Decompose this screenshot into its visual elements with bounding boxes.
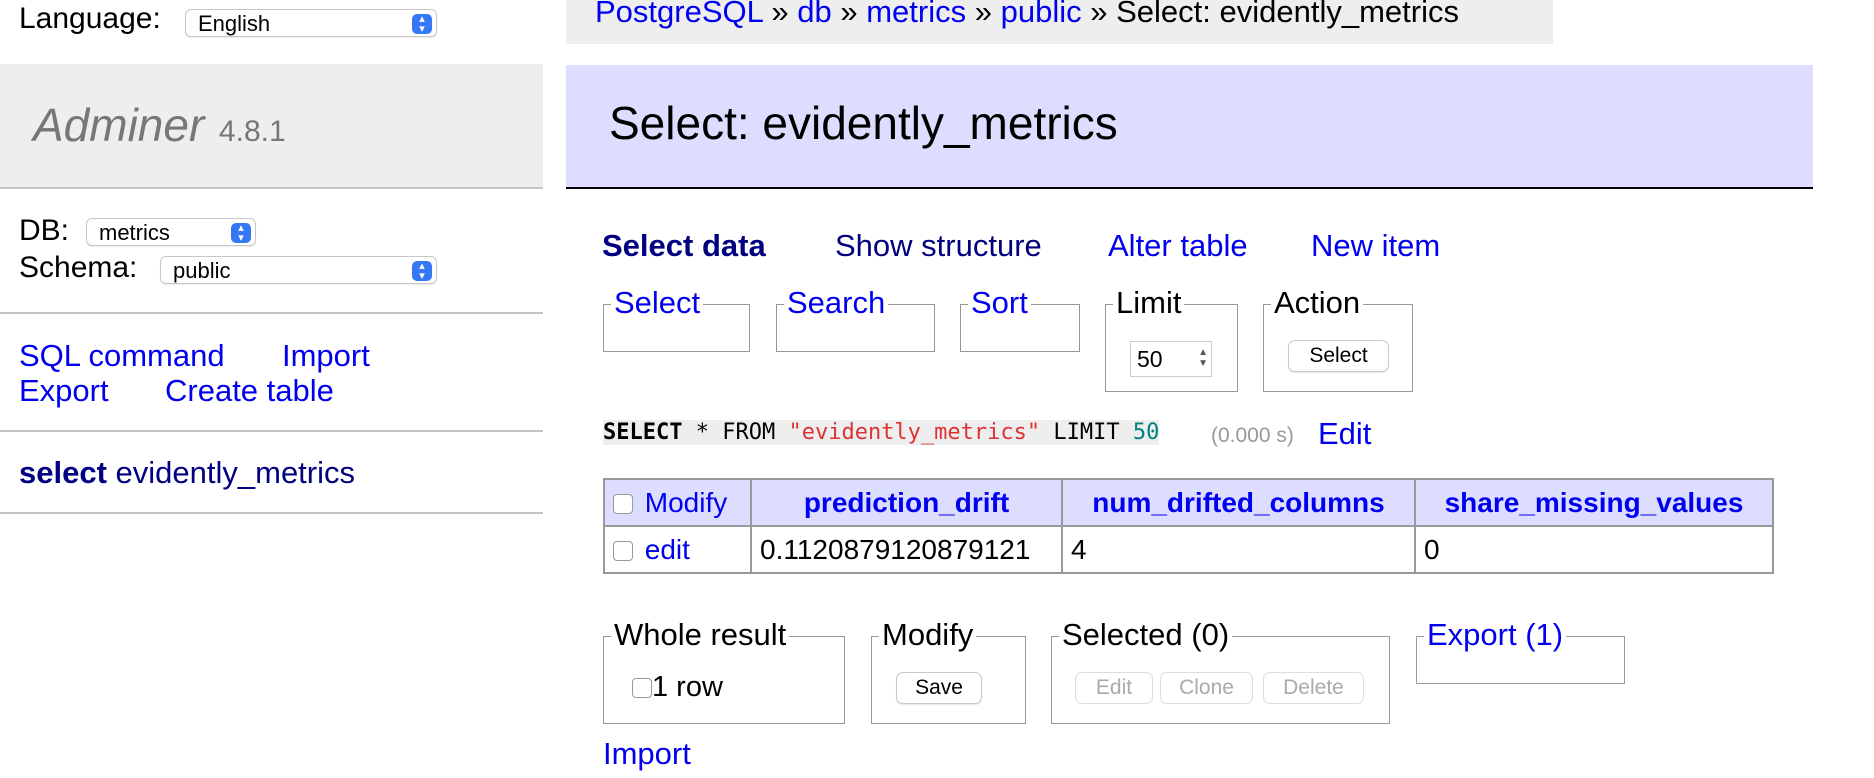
divider <box>0 187 543 189</box>
sql-limit-number: 50 <box>1132 420 1160 445</box>
select-arrows-icon: ▴ ▾ <box>231 223 251 244</box>
language-label: Language: <box>19 2 161 35</box>
db-select-value: metrics <box>99 220 170 245</box>
export-link[interactable]: Export <box>19 373 109 409</box>
table-cell[interactable]: 4 <box>1061 525 1416 574</box>
table-row: edit 0.1120879120879121 4 0 <box>603 525 1774 574</box>
breadcrumb-separator: » <box>974 0 992 29</box>
breadcrumb-separator: » <box>840 0 858 29</box>
result-table: Modify prediction_drift num_drifted_colu… <box>603 478 1774 574</box>
divider <box>0 430 543 432</box>
stepper-icon[interactable]: ▲ ▼ <box>1198 347 1208 369</box>
search-fieldset: Search <box>776 285 935 352</box>
whole-result-label: Whole result <box>611 617 790 653</box>
limit-value: 50 <box>1137 346 1163 372</box>
table-cell[interactable]: 0 <box>1414 525 1774 574</box>
schema-select-value: public <box>173 258 231 283</box>
breadcrumb-metrics[interactable]: metrics <box>866 0 966 29</box>
limit-fieldset: Limit 50 ▲ ▼ <box>1105 285 1238 392</box>
divider <box>0 512 543 514</box>
table-cell[interactable]: 0.1120879120879121 <box>750 525 1063 574</box>
action-fieldset: Action Select <box>1263 285 1413 392</box>
limit-label: Limit <box>1113 285 1185 321</box>
schema-label: Schema: <box>19 251 138 284</box>
edit-row-link[interactable]: edit <box>645 534 690 565</box>
delete-selected-button[interactable]: Delete <box>1263 672 1364 704</box>
selected-label: Selected (0) <box>1059 617 1233 653</box>
column-header[interactable]: prediction_drift <box>750 478 1063 527</box>
title-band: Select: evidently_metrics <box>566 65 1813 189</box>
tab-alter-table[interactable]: Alter table <box>1108 228 1248 264</box>
app-version: 4.8.1 <box>218 115 286 148</box>
tab-select-data: Select data <box>602 228 766 263</box>
create-table-link[interactable]: Create table <box>165 373 334 409</box>
sql-query: SELECT * FROM "evidently_metrics" LIMIT … <box>603 420 1160 445</box>
sort-toggle[interactable]: Sort <box>968 285 1031 321</box>
app-name: Adminer <box>33 99 205 151</box>
breadcrumb-current: Select: evidently_metrics <box>1116 0 1459 29</box>
breadcrumb-db[interactable]: db <box>797 0 831 29</box>
breadcrumb-separator: » <box>771 0 789 29</box>
clone-selected-button[interactable]: Clone <box>1160 672 1253 704</box>
whole-result-checkbox[interactable] <box>632 678 652 698</box>
sql-star: * <box>695 420 709 445</box>
sql-keyword: LIMIT <box>1053 420 1120 445</box>
select-fieldset: Select <box>603 285 750 352</box>
sql-command-link[interactable]: SQL command <box>19 338 225 374</box>
adminer-logo[interactable]: Adminer 4.8.1 <box>33 98 286 152</box>
select-arrows-icon: ▴ ▾ <box>412 14 432 35</box>
select-all-checkbox[interactable] <box>613 494 633 515</box>
whole-result-fieldset: Whole result 1 row <box>603 617 845 724</box>
table-structure-link[interactable]: evidently_metrics <box>116 455 355 490</box>
row-checkbox[interactable] <box>613 541 633 562</box>
select-columns-toggle[interactable]: Select <box>611 285 704 321</box>
breadcrumb-separator: » <box>1090 0 1108 29</box>
select-table-link[interactable]: select <box>19 455 107 490</box>
sql-keyword: SELECT <box>603 420 683 445</box>
row-count: 1 row <box>652 671 723 703</box>
search-toggle[interactable]: Search <box>784 285 889 321</box>
language-select-value: English <box>198 11 271 36</box>
language-select[interactable]: English ▴ ▾ <box>185 9 437 37</box>
divider <box>0 312 543 314</box>
modify-fieldset: Modify Save <box>871 617 1026 724</box>
tab-new-item[interactable]: New item <box>1311 228 1440 264</box>
modify-header: Modify <box>603 478 752 527</box>
action-label: Action <box>1271 285 1364 321</box>
breadcrumb-public[interactable]: public <box>1001 0 1082 29</box>
save-button[interactable]: Save <box>896 672 982 704</box>
import-data-link[interactable]: Import <box>603 736 691 772</box>
selected-fieldset: Selected (0) Edit Clone Delete <box>1051 617 1390 724</box>
db-select[interactable]: metrics ▴ ▾ <box>86 218 256 246</box>
export-toggle[interactable]: Export (1) <box>1424 617 1567 653</box>
breadcrumb-postgresql[interactable]: PostgreSQL <box>595 0 763 29</box>
select-submit-button[interactable]: Select <box>1288 340 1389 372</box>
row-actions-cell: edit <box>603 525 752 574</box>
sql-table-name: "evidently_metrics" <box>788 420 1041 445</box>
query-time: (0.000 s) <box>1211 424 1294 447</box>
column-header[interactable]: share_missing_values <box>1414 478 1774 527</box>
schema-select[interactable]: public ▴ ▾ <box>160 256 437 284</box>
export-fieldset: Export (1) <box>1416 617 1625 684</box>
sql-keyword: FROM <box>722 420 776 445</box>
table-nav-item[interactable]: select evidently_metrics <box>19 455 355 491</box>
limit-input[interactable]: 50 ▲ ▼ <box>1130 341 1212 377</box>
tab-show-structure[interactable]: Show structure <box>835 228 1042 264</box>
edit-query-link[interactable]: Edit <box>1318 416 1371 452</box>
page-title: Select: evidently_metrics <box>609 97 1118 149</box>
import-link[interactable]: Import <box>282 338 370 374</box>
sort-fieldset: Sort <box>960 285 1080 352</box>
edit-selected-button[interactable]: Edit <box>1075 672 1153 704</box>
column-header[interactable]: num_drifted_columns <box>1061 478 1416 527</box>
whole-result-option[interactable]: 1 row <box>632 671 723 704</box>
breadcrumb: PostgreSQL » db » metrics » public » Sel… <box>566 0 1553 44</box>
select-arrows-icon: ▴ ▾ <box>412 261 432 282</box>
table-header-row: Modify prediction_drift num_drifted_colu… <box>603 478 1774 527</box>
modify-all-link[interactable]: Modify <box>645 487 727 518</box>
db-label: DB: <box>19 214 70 247</box>
modify-label: Modify <box>879 617 977 653</box>
